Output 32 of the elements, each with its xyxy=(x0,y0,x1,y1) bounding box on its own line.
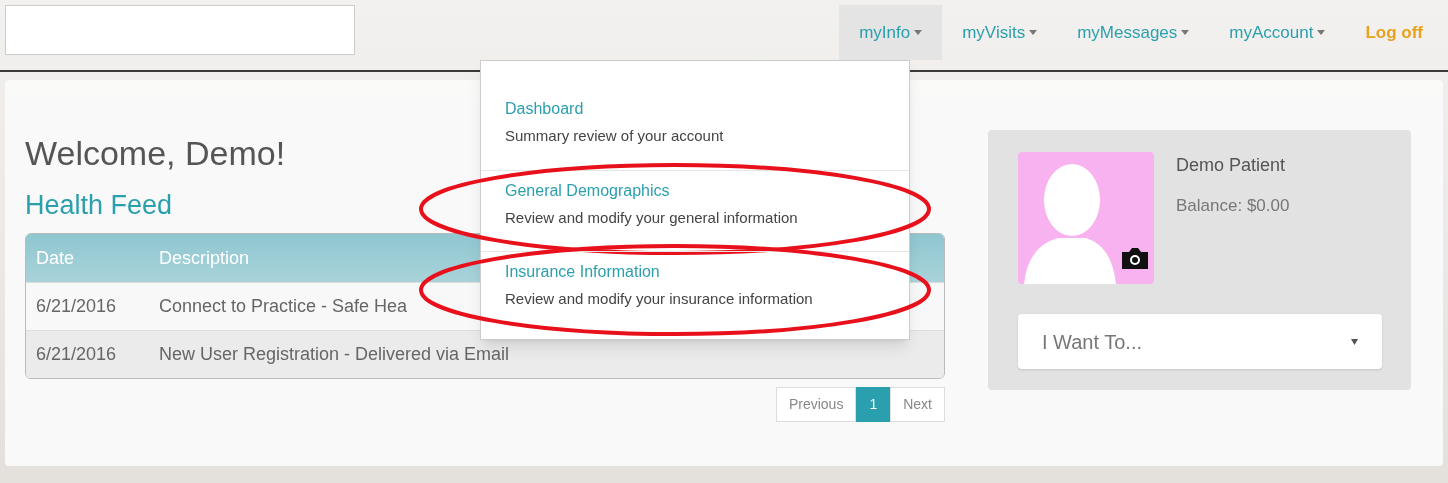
menu-item-description: Review and modify your general information xyxy=(505,207,799,228)
balance-text: Balance: $0.00 xyxy=(1176,195,1290,217)
menu-item-description: Summary review of your account xyxy=(505,126,725,146)
health-feed-heading: Health Feed xyxy=(25,188,173,222)
table-cell-text: Connect to Practice - Safe Hea xyxy=(159,295,408,318)
caret-icon xyxy=(1029,30,1038,35)
menu-item-description: Review and modify your insurance information xyxy=(505,289,814,309)
action-select[interactable]: I Want To... xyxy=(1018,314,1382,369)
menu-item-link[interactable]: Dashboard xyxy=(505,97,584,121)
table-cell-text: New User Registration - Delivered via Email xyxy=(159,343,510,366)
pagination-button[interactable]: Previous xyxy=(775,387,857,422)
log-off-link[interactable]: Log off xyxy=(1345,5,1443,60)
nav-menu-tab[interactable]: myAccount xyxy=(1209,5,1346,60)
menu-item-link[interactable]: Insurance Information xyxy=(505,260,660,284)
pagination-button[interactable]: 1 xyxy=(856,387,891,422)
welcome-heading: Welcome, Demo! xyxy=(25,133,286,174)
patient-name: Demo Patient xyxy=(1176,154,1287,177)
column-header: Description xyxy=(159,246,250,270)
camera-icon[interactable] xyxy=(1120,246,1150,270)
column-header: Date xyxy=(35,246,76,270)
pagination-button[interactable]: Next xyxy=(890,387,945,422)
caret-icon xyxy=(1351,338,1358,345)
menu-item-link[interactable]: General Demographics xyxy=(505,178,670,203)
caret-icon xyxy=(914,30,923,35)
nav-menu-tab[interactable]: myMessages xyxy=(1057,5,1210,60)
caret-icon xyxy=(1181,30,1190,35)
caret-icon xyxy=(1317,30,1326,35)
nav-menu-tab[interactable]: myVisits xyxy=(942,5,1058,60)
person-silhouette-icon xyxy=(1024,162,1116,284)
table-cell-text: 6/21/2016 xyxy=(35,295,118,318)
nav-menu-tab[interactable]: myInfo xyxy=(839,5,943,60)
table-cell-text: 6/21/2016 xyxy=(35,343,118,366)
